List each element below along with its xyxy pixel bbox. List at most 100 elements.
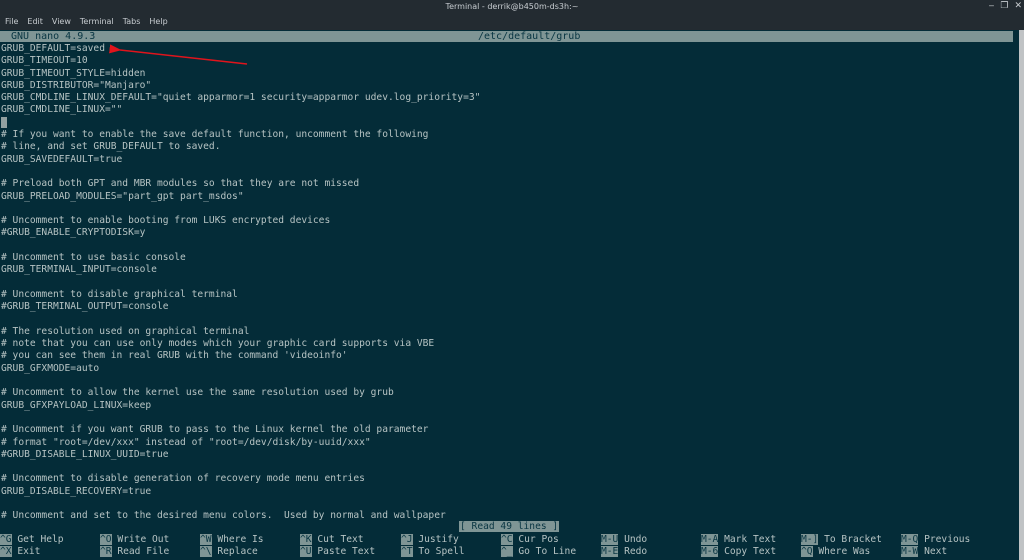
shortcut-item: ^J Justify [401, 534, 459, 546]
shortcut-key: M-Q [901, 534, 919, 545]
shortcut-item: M-Q Previous [901, 534, 970, 546]
shortcut-key: M-E [601, 546, 619, 557]
shortcut-item: ^R Read File [100, 546, 169, 558]
shortcut-key: M-A [701, 534, 719, 545]
editor-line[interactable] [1, 166, 1011, 178]
shortcut-label: Replace [217, 546, 258, 557]
shortcut-key: ^U [300, 546, 312, 557]
editor-line[interactable]: #GRUB_TERMINAL_OUTPUT=console [1, 301, 1011, 313]
shortcut-label: Get Help [17, 534, 64, 545]
editor-line[interactable]: # you can see them in real GRUB with the… [1, 350, 1011, 362]
shortcut-label: Mark Text [724, 534, 777, 545]
editor-line[interactable]: # Uncomment to use basic console [1, 252, 1011, 264]
shortcut-item: ^C Cur Pos [501, 534, 559, 546]
editor-line[interactable]: #GRUB_DISABLE_LINUX_UUID=true [1, 449, 1011, 461]
nano-version: GNU nano 4.9.3 [11, 31, 96, 42]
window-titlebar: Terminal - derrik@b450m-ds3h:~ ‒ ❐ ✕ [0, 0, 1024, 14]
scrollbar[interactable] [1019, 30, 1024, 560]
nano-status: [ Read 49 lines ] [459, 521, 560, 532]
shortcut-key: ^K [300, 534, 312, 545]
shortcut-label: Previous [924, 534, 971, 545]
editor-line[interactable]: GRUB_SAVEDEFAULT=true [1, 154, 1011, 166]
editor-line[interactable]: GRUB_DISTRIBUTOR="Manjaro" [1, 80, 1011, 92]
shortcut-label: Exit [17, 546, 41, 557]
restore-icon[interactable]: ❐ [1000, 1, 1008, 11]
shortcut-item: M-U Undo [601, 534, 647, 546]
editor-line[interactable]: # format "root=/dev/xxx" instead of "roo… [1, 437, 1011, 449]
shortcut-key: ^O [100, 534, 112, 545]
editor-line[interactable]: GRUB_DEFAULT=saved [1, 43, 1011, 55]
menu-file[interactable]: File [4, 14, 22, 30]
shortcut-label: Cut Text [317, 534, 364, 545]
menu-view[interactable]: View [51, 14, 75, 30]
editor-line[interactable] [1, 116, 1011, 129]
shortcut-item: ^\ Replace [200, 546, 258, 558]
menu-help[interactable]: Help [148, 14, 171, 30]
menu-tabs[interactable]: Tabs [122, 14, 145, 30]
editor-line[interactable] [1, 314, 1011, 326]
editor-line[interactable]: GRUB_GFXMODE=auto [1, 363, 1011, 375]
editor-line[interactable] [1, 277, 1011, 289]
editor-line[interactable]: GRUB_PRELOAD_MODULES="part_gpt part_msdo… [1, 191, 1011, 203]
menu-edit[interactable]: Edit [26, 14, 47, 30]
editor-line[interactable]: # If you want to enable the save default… [1, 129, 1011, 141]
shortcut-label: Cur Pos [518, 534, 559, 545]
editor-line[interactable]: GRUB_TERMINAL_INPUT=console [1, 264, 1011, 276]
shortcut-label: Undo [624, 534, 648, 545]
editor-line[interactable]: # Uncomment to disable graphical termina… [1, 289, 1011, 301]
editor-line[interactable]: # Uncomment to disable generation of rec… [1, 473, 1011, 485]
shortcut-item: ^T To Spell [401, 546, 465, 558]
editor-buffer[interactable]: GRUB_DEFAULT=saved GRUB_TIMEOUT=10 GRUB_TI… [1, 43, 1011, 523]
shortcut-key: ^_ [501, 546, 513, 557]
editor-line[interactable]: GRUB_GFXPAYLOAD_LINUX=keep [1, 400, 1011, 412]
shortcut-item: M-E Redo [601, 546, 647, 558]
editor-line[interactable]: # line, and set GRUB_DEFAULT to saved. [1, 141, 1011, 153]
editor-line[interactable]: #GRUB_ENABLE_CRYPTODISK=y [1, 227, 1011, 239]
shortcut-key: ^W [200, 534, 212, 545]
shortcut-item: ^K Cut Text [300, 534, 364, 546]
shortcut-item: M-] To Bracket [801, 534, 882, 546]
shortcut-item: M-W Next [901, 546, 947, 558]
editor-line[interactable] [1, 498, 1011, 510]
shortcut-key: M-W [901, 546, 919, 557]
shortcut-item: ^_ Go To Line [501, 546, 576, 558]
editor-line[interactable]: # Uncomment to allow the kernel use the … [1, 387, 1011, 399]
editor-line[interactable]: GRUB_CMDLINE_LINUX_DEFAULT="quiet apparm… [1, 92, 1011, 104]
shortcut-label: Where Was [818, 546, 871, 557]
editor-line[interactable] [1, 375, 1011, 387]
shortcut-item: ^O Write Out [100, 534, 169, 546]
shortcut-key: ^C [501, 534, 513, 545]
editor-line[interactable] [1, 240, 1011, 252]
text-cursor [1, 116, 7, 128]
shortcut-key: ^Q [801, 546, 813, 557]
close-icon[interactable]: ✕ [1014, 1, 1022, 11]
menu-terminal[interactable]: Terminal [79, 14, 118, 30]
minimize-icon[interactable]: ‒ [989, 1, 995, 11]
editor-line[interactable] [1, 203, 1011, 215]
editor-line[interactable]: GRUB_TIMEOUT=10 [1, 55, 1011, 67]
editor-line[interactable] [1, 461, 1011, 473]
shortcut-label: Next [924, 546, 948, 557]
nano-header: GNU nano 4.9.3 /etc/default/grub [0, 31, 1013, 42]
editor-line[interactable]: # Uncomment to enable booting from LUKS … [1, 215, 1011, 227]
editor-line[interactable]: # Preload both GPT and MBR modules so th… [1, 178, 1011, 190]
editor-line[interactable]: # note that you can use only modes which… [1, 338, 1011, 350]
editor-line[interactable]: GRUB_DISABLE_RECOVERY=true [1, 486, 1011, 498]
shortcut-key: ^\ [200, 546, 212, 557]
menubar: File Edit View Terminal Tabs Help [0, 14, 1024, 30]
editor-line[interactable] [1, 412, 1011, 424]
shortcut-label: Paste Text [317, 546, 376, 557]
shortcut-key: ^G [0, 534, 12, 545]
shortcut-label: Copy Text [724, 546, 777, 557]
shortcut-key: ^X [0, 546, 12, 557]
editor-line[interactable]: GRUB_CMDLINE_LINUX="" [1, 104, 1011, 116]
editor-line[interactable]: # Uncomment if you want GRUB to pass to … [1, 424, 1011, 436]
shortcut-item: M-A Mark Text [701, 534, 776, 546]
terminal-area[interactable]: GNU nano 4.9.3 /etc/default/grub GRUB_DE… [0, 30, 1019, 560]
shortcut-label: Where Is [217, 534, 264, 545]
shortcut-item: M-6 Copy Text [701, 546, 776, 558]
editor-line[interactable]: # The resolution used on graphical termi… [1, 326, 1011, 338]
shortcut-key: M-6 [701, 546, 719, 557]
shortcut-item: ^W Where Is [200, 534, 264, 546]
editor-line[interactable]: GRUB_TIMEOUT_STYLE=hidden [1, 68, 1011, 80]
